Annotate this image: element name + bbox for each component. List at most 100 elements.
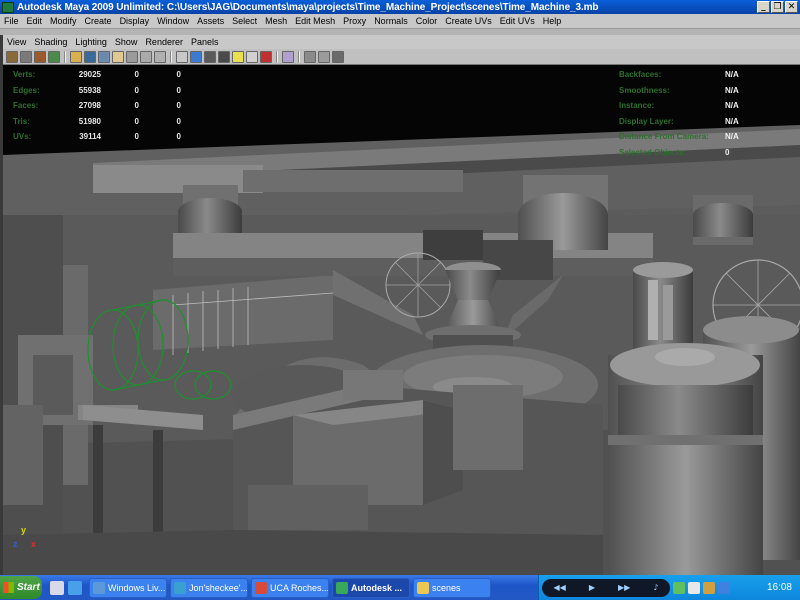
menu-modify[interactable]: Modify xyxy=(46,16,81,26)
tray-icon[interactable] xyxy=(688,581,700,594)
wireframe-on-shaded-icon[interactable] xyxy=(204,50,216,63)
hud-value: N/A xyxy=(725,101,739,111)
gate-mask-icon[interactable] xyxy=(112,50,124,63)
object-info-hud: Backfaces: N/A Smoothness: N/A Instance:… xyxy=(619,67,739,160)
next-icon[interactable]: ▶▶ xyxy=(618,583,630,592)
isolate-select-icon[interactable] xyxy=(282,50,294,63)
media-player-controls[interactable]: ◀◀ ▶ ▶▶ ♪ xyxy=(542,578,670,597)
panel-menu-panels[interactable]: Panels xyxy=(187,37,223,47)
hud-value: 0 xyxy=(725,147,730,157)
volume-icon[interactable]: ♪ xyxy=(653,583,658,592)
camera-attributes-icon[interactable] xyxy=(20,50,32,63)
prev-icon[interactable]: ◀◀ xyxy=(554,583,566,592)
internet-explorer-icon[interactable] xyxy=(68,580,82,595)
hud-value: 0 xyxy=(176,70,181,80)
menu-assets[interactable]: Assets xyxy=(193,16,228,26)
panel-menu-view[interactable]: View xyxy=(3,37,30,47)
menu-create-uvs[interactable]: Create UVs xyxy=(441,16,496,26)
panel-menu-show[interactable]: Show xyxy=(111,37,142,47)
quick-launch xyxy=(50,580,82,595)
minimize-button[interactable]: _ xyxy=(757,1,770,13)
hud-stat-uvs: UVs: 39114 0 0 xyxy=(13,129,181,145)
task-autodesk[interactable]: Autodesk ... xyxy=(332,577,410,598)
smooth-shade-icon[interactable] xyxy=(190,50,202,63)
task-uca[interactable]: UCA Roches... xyxy=(251,577,329,598)
motion-blur-icon[interactable] xyxy=(332,50,344,63)
toolbar-separator xyxy=(170,50,172,63)
hud-value: N/A xyxy=(725,132,739,142)
clock[interactable]: 16:08 xyxy=(767,582,792,593)
hud-value: 0 xyxy=(176,85,181,95)
hud-value: N/A xyxy=(725,85,739,95)
panel-menu-renderer[interactable]: Renderer xyxy=(141,37,187,47)
task-scenes[interactable]: scenes xyxy=(413,577,491,598)
toolbar-separator xyxy=(276,50,278,63)
bookmark-icon[interactable] xyxy=(34,50,46,63)
hud-stat-edges: Edges: 55938 0 0 xyxy=(13,83,181,99)
menu-color[interactable]: Color xyxy=(412,16,442,26)
safe-title-icon[interactable] xyxy=(154,50,166,63)
tray-icon[interactable] xyxy=(718,581,730,594)
maya-app-icon[interactable] xyxy=(2,1,14,13)
menu-window[interactable]: Window xyxy=(153,16,193,26)
hud-value: 0 xyxy=(176,132,181,142)
panel-menu-lighting[interactable]: Lighting xyxy=(71,37,111,47)
resolution-gate-icon[interactable] xyxy=(98,50,110,63)
hud-label: Selected Objects: xyxy=(619,147,687,157)
task-label: Jon'sheckee'... xyxy=(189,582,248,593)
restore-button[interactable]: ❐ xyxy=(771,1,784,13)
task-label: Autodesk ... xyxy=(351,582,403,593)
menu-select[interactable]: Select xyxy=(228,16,261,26)
windows-logo-icon xyxy=(3,582,14,593)
hud-value: 0 xyxy=(134,70,139,80)
hud-label: Display Layer: xyxy=(619,116,674,126)
menu-create[interactable]: Create xyxy=(81,16,116,26)
grid-icon[interactable] xyxy=(70,50,82,63)
ambient-occlusion-icon[interactable] xyxy=(318,50,330,63)
high-quality-icon[interactable] xyxy=(304,50,316,63)
menu-edit-uvs[interactable]: Edit UVs xyxy=(496,16,539,26)
select-camera-icon[interactable] xyxy=(6,50,18,63)
hud-value: 0 xyxy=(134,85,139,95)
hud-value: 51980 xyxy=(78,116,101,126)
tray-icon[interactable] xyxy=(703,581,715,594)
wireframe-icon[interactable] xyxy=(176,50,188,63)
3d-viewport[interactable]: Verts: 29025 0 0 Edges: 55938 0 0 Faces:… xyxy=(3,65,800,575)
show-desktop-icon[interactable] xyxy=(50,580,64,595)
task-windows-live[interactable]: Windows Liv... xyxy=(89,577,167,598)
hud-info-backfaces: Backfaces: N/A xyxy=(619,67,739,83)
menu-normals[interactable]: Normals xyxy=(370,16,412,26)
start-label: Start xyxy=(17,582,40,593)
menu-proxy[interactable]: Proxy xyxy=(339,16,370,26)
tray-icon[interactable] xyxy=(673,581,685,594)
textured-icon[interactable] xyxy=(218,50,230,63)
panel-menu-shading[interactable]: Shading xyxy=(30,37,71,47)
panel-toolbar xyxy=(3,49,800,65)
menu-edit-mesh[interactable]: Edit Mesh xyxy=(291,16,339,26)
menu-file[interactable]: File xyxy=(0,16,23,26)
task-label: Windows Liv... xyxy=(108,582,166,593)
shadows-icon[interactable] xyxy=(246,50,258,63)
hud-label: Backfaces: xyxy=(619,70,662,80)
menu-edit[interactable]: Edit xyxy=(23,16,47,26)
menu-display[interactable]: Display xyxy=(116,16,154,26)
film-gate-icon[interactable] xyxy=(84,50,96,63)
menu-help[interactable]: Help xyxy=(539,16,566,26)
axis-gizmo: y x z xyxy=(13,525,41,555)
lights-icon[interactable] xyxy=(232,50,244,63)
hud-info-selected-objects: Selected Objects: 0 xyxy=(619,145,739,161)
start-button[interactable]: Start xyxy=(0,576,42,599)
close-button[interactable]: ✕ xyxy=(785,1,798,13)
xray-icon[interactable] xyxy=(260,50,272,63)
hud-stat-verts: Verts: 29025 0 0 xyxy=(13,67,181,83)
safe-action-icon[interactable] xyxy=(140,50,152,63)
image-plane-icon[interactable] xyxy=(48,50,60,63)
hud-info-display-layer: Display Layer: N/A xyxy=(619,114,739,130)
hud-label: Faces: xyxy=(13,101,39,111)
browser-icon xyxy=(255,581,267,594)
hud-info-smoothness: Smoothness: N/A xyxy=(619,83,739,99)
field-chart-icon[interactable] xyxy=(126,50,138,63)
task-browser[interactable]: Jon'sheckee'... xyxy=(170,577,248,598)
menu-mesh[interactable]: Mesh xyxy=(261,16,291,26)
play-icon[interactable]: ▶ xyxy=(589,583,595,592)
